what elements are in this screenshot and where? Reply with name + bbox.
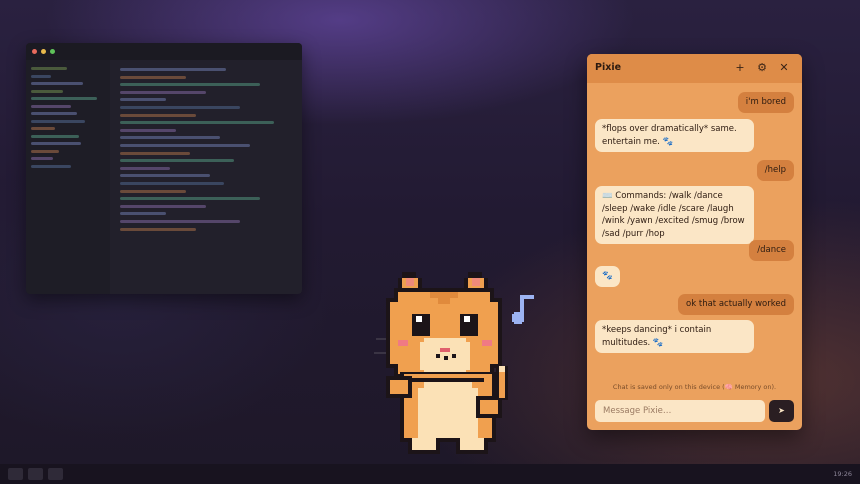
code-line bbox=[120, 136, 220, 140]
taskbar-app-button[interactable] bbox=[8, 468, 23, 480]
minimize-window-dot[interactable] bbox=[41, 49, 46, 54]
close-window-dot[interactable] bbox=[32, 49, 37, 54]
taskbar-app-button[interactable] bbox=[28, 468, 43, 480]
message-input[interactable] bbox=[595, 400, 765, 422]
code-line bbox=[120, 174, 210, 178]
pixel-cat-pet[interactable] bbox=[372, 268, 544, 458]
file-tree-entry[interactable] bbox=[31, 97, 97, 100]
motion-lines bbox=[374, 338, 386, 354]
file-tree-entry[interactable] bbox=[31, 67, 67, 70]
user-message: /help bbox=[756, 160, 794, 181]
editor-file-tree[interactable] bbox=[26, 60, 110, 294]
code-line bbox=[120, 75, 186, 79]
file-tree-entry[interactable] bbox=[31, 82, 83, 85]
file-tree-entry[interactable] bbox=[31, 149, 59, 153]
file-tree-entry[interactable] bbox=[31, 104, 71, 108]
code-line bbox=[120, 83, 260, 87]
code-line bbox=[120, 113, 196, 117]
user-message: /dance bbox=[749, 240, 794, 261]
file-tree-entry[interactable] bbox=[31, 74, 51, 78]
file-tree-entry[interactable] bbox=[31, 89, 63, 93]
code-line bbox=[120, 68, 226, 71]
code-line bbox=[120, 98, 166, 102]
file-tree-entry[interactable] bbox=[31, 164, 71, 168]
file-tree-entry[interactable] bbox=[31, 127, 55, 130]
user-message: ok that actually worked bbox=[678, 294, 794, 315]
code-line bbox=[120, 189, 186, 193]
chat-window[interactable]: Pixie + ⚙ ✕ i'm bored *flops over dramat… bbox=[587, 54, 802, 430]
code-line bbox=[120, 204, 206, 208]
pet-message: *keeps dancing* i contain multitudes. 🐾 bbox=[595, 320, 754, 353]
code-line bbox=[120, 90, 206, 94]
music-note-icon bbox=[512, 295, 534, 324]
code-line bbox=[120, 220, 240, 223]
code-line bbox=[120, 166, 170, 170]
cat-muzzle bbox=[420, 338, 470, 372]
gear-icon[interactable]: ⚙ bbox=[755, 61, 769, 75]
editor-titlebar[interactable] bbox=[26, 43, 302, 60]
pet-message: ⌨️ Commands: /walk /dance /sleep /wake /… bbox=[595, 186, 754, 244]
code-line bbox=[120, 151, 190, 155]
code-line bbox=[120, 182, 224, 185]
send-icon: ➤ bbox=[778, 406, 785, 415]
privacy-note: Chat is saved only on this device (🧠 Mem… bbox=[612, 383, 777, 391]
file-tree-entry[interactable] bbox=[31, 119, 85, 123]
code-line bbox=[120, 212, 166, 216]
code-line bbox=[120, 159, 234, 163]
taskbar-clock: 19:26 bbox=[833, 470, 852, 478]
pet-message: 🐾 bbox=[595, 266, 620, 287]
taskbar: 19:26 bbox=[0, 464, 860, 484]
code-line bbox=[120, 128, 176, 132]
cat-tail bbox=[496, 366, 508, 400]
code-line bbox=[120, 106, 240, 109]
user-message: i'm bored bbox=[737, 92, 794, 113]
send-button[interactable]: ➤ bbox=[769, 400, 794, 422]
file-tree-entry[interactable] bbox=[31, 112, 77, 115]
chat-title: Pixie bbox=[595, 62, 622, 73]
code-line bbox=[120, 144, 250, 147]
file-tree-entry[interactable] bbox=[31, 157, 53, 160]
chat-header[interactable]: Pixie + ⚙ ✕ bbox=[587, 54, 802, 83]
file-tree-entry[interactable] bbox=[31, 142, 81, 145]
file-tree-entry[interactable] bbox=[31, 134, 79, 138]
taskbar-app-button[interactable] bbox=[48, 468, 63, 480]
plus-icon[interactable]: + bbox=[733, 61, 747, 75]
close-icon[interactable]: ✕ bbox=[777, 61, 791, 75]
code-line bbox=[120, 197, 260, 201]
maximize-window-dot[interactable] bbox=[50, 49, 55, 54]
code-line bbox=[120, 227, 196, 231]
code-editor-window[interactable] bbox=[26, 43, 302, 294]
code-line bbox=[120, 121, 274, 125]
pet-message: *flops over dramatically* same. entertai… bbox=[595, 119, 754, 152]
